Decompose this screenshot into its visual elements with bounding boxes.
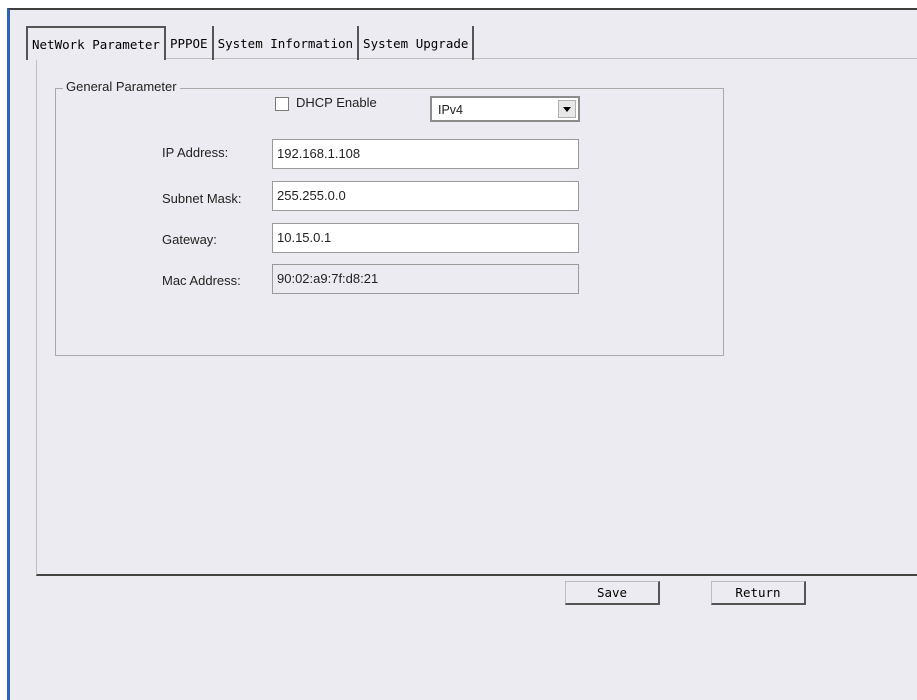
return-button[interactable]: Return xyxy=(711,581,806,605)
mac-address-field: 90:02:a9:7f:d8:21 xyxy=(272,264,579,294)
tab-system-information[interactable]: System Information xyxy=(214,26,360,60)
subnet-mask-field[interactable]: 255.255.0.0 xyxy=(272,181,579,211)
gateway-field[interactable]: 10.15.0.1 xyxy=(272,223,579,253)
gateway-label: Gateway: xyxy=(162,232,217,247)
tab-bar: NetWork Parameter PPPOE System Informati… xyxy=(26,26,475,60)
mac-address-label: Mac Address: xyxy=(162,273,241,288)
chevron-down-icon[interactable] xyxy=(558,100,576,118)
tab-network-parameter[interactable]: NetWork Parameter xyxy=(26,26,166,60)
group-title: General Parameter xyxy=(63,79,180,94)
ip-version-value: IPv4 xyxy=(438,103,464,117)
dhcp-enable-checkbox[interactable] xyxy=(275,97,289,111)
tab-pppoe[interactable]: PPPOE xyxy=(166,26,214,60)
ip-version-select[interactable]: IPv4 xyxy=(430,96,580,122)
general-parameter-group xyxy=(55,88,724,356)
subnet-mask-label: Subnet Mask: xyxy=(162,191,242,206)
ip-address-label: IP Address: xyxy=(162,145,229,160)
dhcp-enable-label: DHCP Enable xyxy=(296,95,377,110)
tab-system-upgrade[interactable]: System Upgrade xyxy=(359,26,475,60)
save-button[interactable]: Save xyxy=(565,581,660,605)
ip-address-field[interactable]: 192.168.1.108 xyxy=(272,139,579,169)
